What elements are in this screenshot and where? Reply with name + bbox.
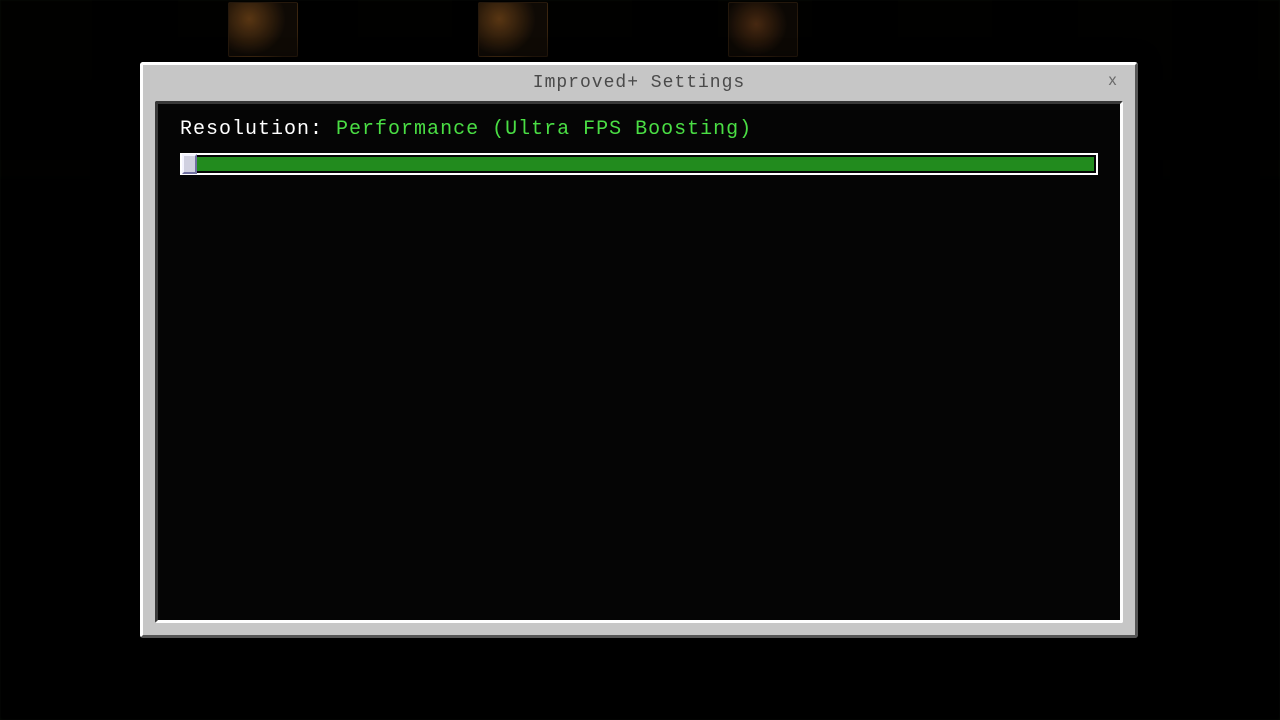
background-block [478, 2, 548, 57]
setting-label: Resolution: [180, 118, 323, 141]
setting-value: Performance (Ultra FPS Boosting) [336, 118, 752, 141]
background-block [228, 2, 298, 57]
background-block [728, 2, 798, 57]
close-icon: x [1109, 72, 1118, 89]
slider-fill [194, 157, 1094, 171]
close-button[interactable]: x [1103, 71, 1123, 91]
resolution-slider[interactable] [180, 153, 1098, 175]
settings-dialog: Improved+ Settings x Resolution: Perform… [140, 62, 1138, 638]
dialog-title: Improved+ Settings [533, 73, 745, 93]
dialog-titlebar: Improved+ Settings x [143, 65, 1135, 101]
slider-handle[interactable] [182, 154, 197, 174]
resolution-setting-label-row: Resolution: Performance (Ultra FPS Boost… [180, 118, 1098, 141]
dialog-content: Resolution: Performance (Ultra FPS Boost… [155, 101, 1123, 623]
